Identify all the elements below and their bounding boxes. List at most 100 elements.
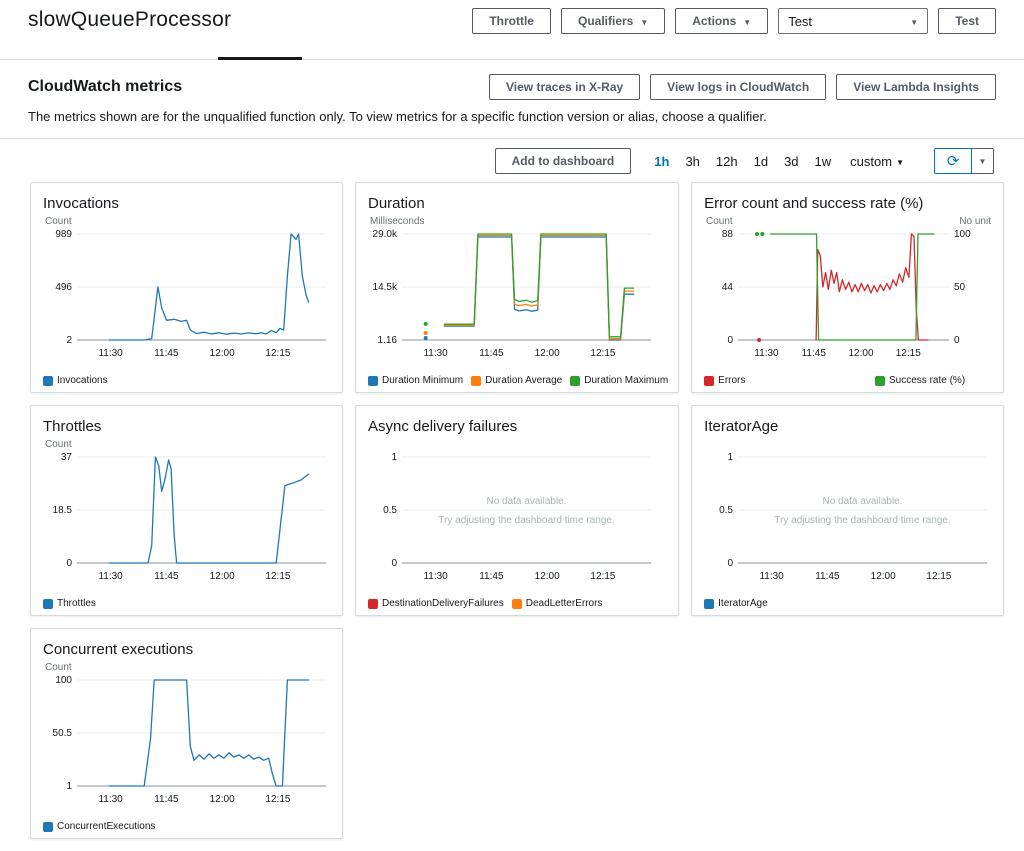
legend-concurrentexecutions[interactable]: ConcurrentExecutions [43, 821, 155, 832]
view-logs-in-cloudwatch-button[interactable]: View logs in CloudWatch [650, 74, 826, 100]
add-to-dashboard-button[interactable]: Add to dashboard [495, 148, 632, 174]
svg-text:44: 44 [722, 282, 734, 293]
legend-label: ConcurrentExecutions [57, 821, 155, 832]
qualifiers-label: Qualifiers [578, 14, 633, 28]
legend-errors[interactable]: Errors [704, 375, 745, 386]
legend-success-rate[interactable]: Success rate (%) [875, 375, 965, 386]
time-range-1h[interactable]: 1h [647, 152, 676, 171]
chart-canvas[interactable]: CountNo unit8844010050011:3011:4512:0012… [702, 214, 993, 370]
svg-text:12:00: 12:00 [535, 348, 560, 359]
legend-destinationdeliveryfailures[interactable]: DestinationDeliveryFailures [368, 598, 504, 609]
svg-text:11:30: 11:30 [423, 348, 448, 359]
refresh-options-button[interactable]: ▼ [972, 148, 994, 174]
legend-label: Duration Minimum [382, 375, 463, 386]
svg-text:0.5: 0.5 [383, 505, 397, 516]
legend-iteratorage[interactable]: IteratorAge [704, 598, 767, 609]
metrics-toolbar: Add to dashboard 1h3h12h1d3d1w custom ▼ ⟳… [0, 139, 1024, 178]
actions-button[interactable]: Actions ▼ [675, 8, 768, 34]
view-lambda-insights-button[interactable]: View Lambda Insights [836, 74, 996, 100]
chart-title: Invocations [41, 195, 332, 212]
chart-legend: ConcurrentExecutions [41, 821, 332, 832]
svg-text:11:30: 11:30 [98, 571, 123, 582]
svg-text:0: 0 [66, 558, 72, 569]
chart-title: Error count and success rate (%) [702, 195, 993, 212]
svg-text:37: 37 [61, 452, 73, 463]
chart-canvas[interactable]: Count10050.5111:3011:4512:0012:15 [41, 660, 332, 816]
refresh-button[interactable]: ⟳ [934, 148, 972, 174]
legend-duration-maximum[interactable]: Duration Maximum [570, 375, 668, 386]
qualifiers-button[interactable]: Qualifiers ▼ [561, 8, 665, 34]
svg-text:11:45: 11:45 [815, 571, 840, 582]
chart-canvas[interactable]: Count3718.5011:3011:4512:0012:15 [41, 437, 332, 593]
chart-legend: Invocations [41, 375, 332, 386]
legend-label: Invocations [57, 375, 108, 386]
legend-swatch [875, 376, 885, 386]
svg-text:11:30: 11:30 [760, 571, 785, 582]
chart-title: Concurrent executions [41, 641, 332, 658]
svg-text:12:15: 12:15 [927, 571, 952, 582]
legend-swatch [471, 376, 481, 386]
svg-text:12:15: 12:15 [590, 348, 615, 359]
svg-text:989: 989 [55, 229, 72, 240]
time-range-1w[interactable]: 1w [808, 152, 839, 171]
refresh-icon: ⟳ [947, 153, 960, 170]
svg-text:0: 0 [728, 335, 734, 346]
time-range-1d[interactable]: 1d [747, 152, 775, 171]
legend-duration-minimum[interactable]: Duration Minimum [368, 375, 463, 386]
legend-throttles[interactable]: Throttles [43, 598, 96, 609]
chevron-down-icon: ▼ [743, 18, 751, 27]
chart-title: Throttles [41, 418, 332, 435]
svg-text:Count: Count [45, 216, 72, 227]
chart-canvas[interactable]: 10.5011:3011:4512:0012:15No data availab… [702, 437, 993, 593]
svg-text:14.5k: 14.5k [373, 282, 398, 293]
legend-swatch [570, 376, 580, 386]
svg-text:12:00: 12:00 [849, 348, 874, 359]
svg-text:Count: Count [706, 216, 733, 227]
svg-text:No data available.: No data available. [823, 496, 903, 507]
tab-bar [0, 40, 1024, 60]
legend-invocations[interactable]: Invocations [43, 375, 108, 386]
chart-canvas[interactable]: Milliseconds29.0k14.5k1.1611:3011:4512:0… [366, 214, 657, 370]
svg-text:12:00: 12:00 [210, 794, 235, 805]
legend-label: Throttles [57, 598, 96, 609]
charts-grid: InvocationsCount989496211:3011:4512:0012… [0, 178, 1024, 849]
legend-swatch [512, 599, 522, 609]
svg-text:0: 0 [391, 558, 397, 569]
chart-canvas[interactable]: Count989496211:3011:4512:0012:15 [41, 214, 332, 370]
metric-card-iteratorage: IteratorAge10.5011:3011:4512:0012:15No d… [691, 405, 1004, 616]
svg-text:11:30: 11:30 [98, 794, 123, 805]
time-range-3h[interactable]: 3h [678, 152, 706, 171]
chart-canvas[interactable]: 10.5011:3011:4512:0012:15No data availab… [366, 437, 657, 593]
chevron-down-icon: ▼ [640, 18, 648, 27]
custom-range-button[interactable]: custom ▼ [848, 152, 906, 171]
time-range-12h[interactable]: 12h [709, 152, 745, 171]
svg-text:12:00: 12:00 [210, 571, 235, 582]
chart-title: Async delivery failures [366, 418, 668, 435]
svg-text:No unit: No unit [959, 216, 991, 227]
svg-text:11:45: 11:45 [479, 571, 504, 582]
metric-card-invocations: InvocationsCount989496211:3011:4512:0012… [30, 182, 343, 393]
test-event-selected: Test [788, 14, 812, 29]
refresh-split-button: ⟳ ▼ [934, 148, 994, 174]
header-actions: Throttle Qualifiers ▼ Actions ▼ Test▼ Test [472, 8, 996, 34]
chevron-down-icon: ▼ [896, 158, 904, 167]
legend-label: Success rate (%) [889, 375, 965, 386]
svg-text:1.16: 1.16 [378, 335, 398, 346]
view-traces-in-x-ray-button[interactable]: View traces in X-Ray [489, 74, 640, 100]
legend-deadlettererrors[interactable]: DeadLetterErrors [512, 598, 603, 609]
metric-card-duration: DurationMilliseconds29.0k14.5k1.1611:301… [355, 182, 679, 393]
metric-card-async-delivery-failures: Async delivery failures10.5011:3011:4512… [355, 405, 679, 616]
throttle-button[interactable]: Throttle [472, 8, 551, 34]
svg-text:Try adjusting the dashboard ti: Try adjusting the dashboard time range. [774, 515, 950, 526]
chart-legend: Errors Success rate (%) [702, 375, 993, 386]
test-button[interactable]: Test [938, 8, 996, 34]
actions-label: Actions [692, 14, 736, 28]
legend-duration-average[interactable]: Duration Average [471, 375, 562, 386]
chart-legend: Throttles [41, 598, 332, 609]
time-range-3d[interactable]: 3d [777, 152, 805, 171]
metric-card-error-count-and-success-rate: Error count and success rate (%) Count No … [691, 182, 1004, 393]
chart-legend: DestinationDeliveryFailures DeadLetterErr… [366, 598, 668, 609]
custom-range-label: custom [850, 154, 892, 169]
active-tab-indicator[interactable] [218, 57, 302, 60]
test-event-select[interactable]: Test▼ [778, 8, 928, 34]
